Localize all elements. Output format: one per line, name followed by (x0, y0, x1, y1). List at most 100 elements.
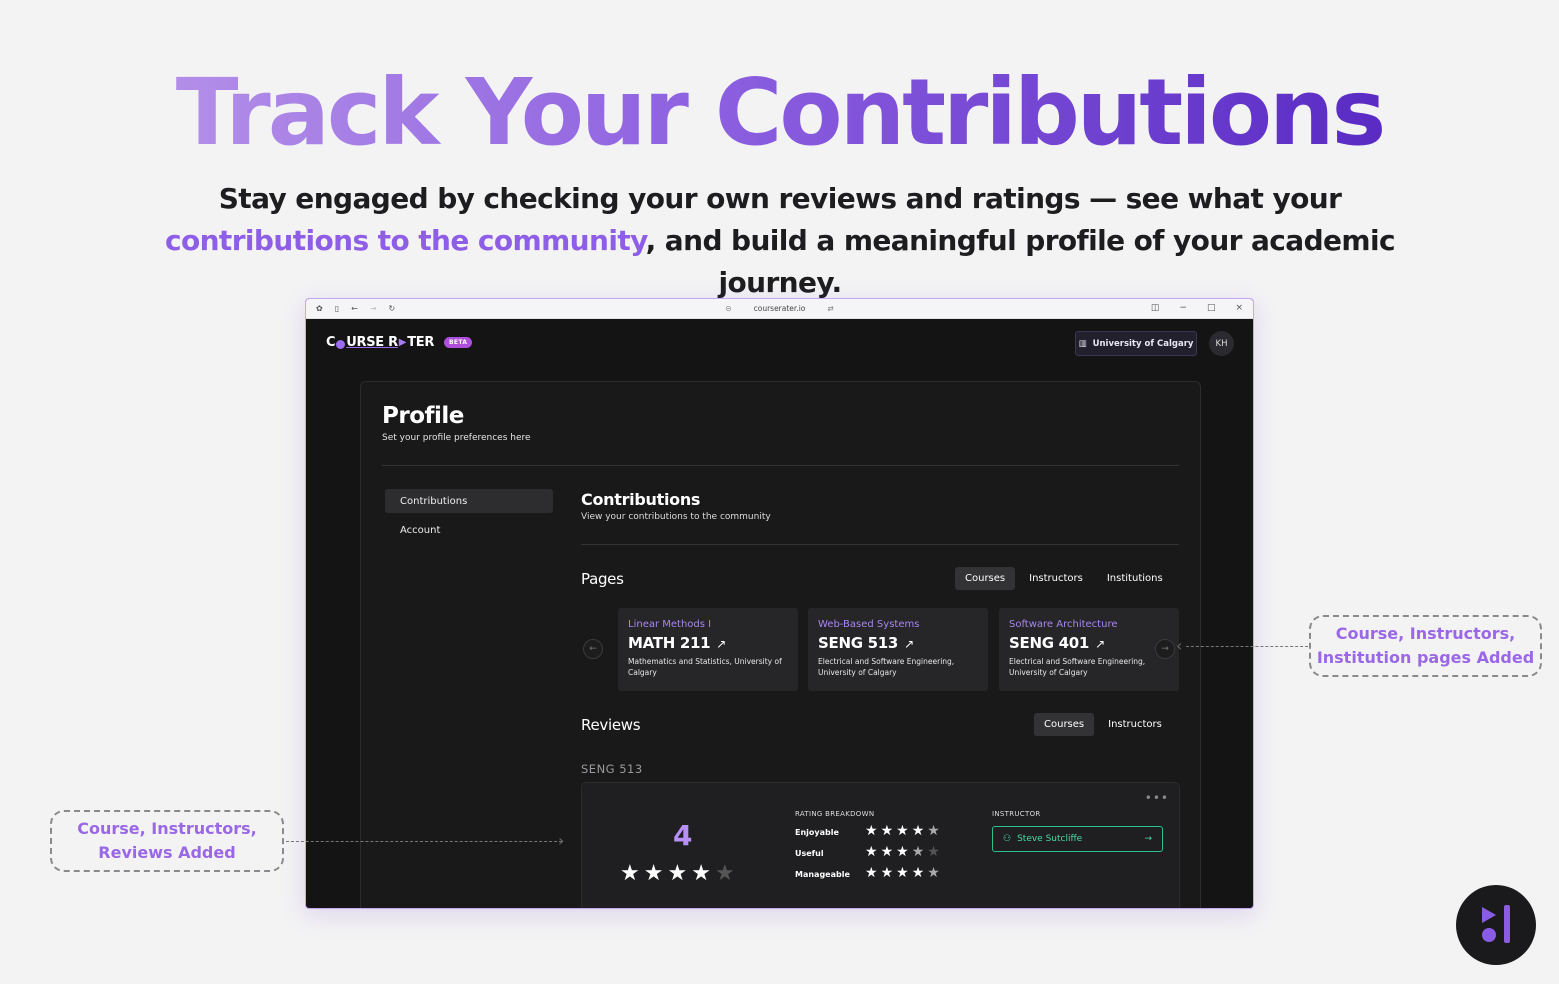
page-subtitle: Set your profile preferences here (382, 433, 531, 443)
tab-courses[interactable]: Courses (955, 567, 1016, 590)
maximize-icon[interactable]: □ (1207, 303, 1216, 313)
star-icon: ★ (865, 865, 881, 881)
star-icon: ★ (896, 844, 912, 860)
course-code: SENG 513 ↗ (818, 634, 914, 652)
course-faculty: Electrical and Software Engineering, Uni… (818, 657, 955, 677)
logo-dot-icon (336, 339, 346, 349)
avatar[interactable]: KH (1209, 331, 1234, 356)
star-icon: ★ (880, 823, 897, 839)
divider (382, 465, 1179, 466)
star-icon: ★ (667, 861, 688, 886)
more-options-icon[interactable]: ••• (1145, 791, 1169, 805)
divider (581, 544, 1179, 545)
star-icon: ★ (927, 844, 943, 860)
star-icon: ★ (880, 865, 897, 881)
profile-panel: Profile Set your profile preferences her… (360, 381, 1201, 908)
pages-tabs: Courses Instructors Institutions (955, 567, 1173, 590)
star-icon: ★ (620, 861, 640, 886)
sidebar-item-account[interactable]: Account (385, 518, 553, 542)
app-logo[interactable]: C URSE R ▶ TER BETA (326, 335, 473, 350)
arrow-right-icon: → (1144, 834, 1152, 844)
review-course-label: SENG 513 (581, 762, 643, 776)
callout-connector (286, 841, 562, 842)
browser-chrome: ✿ ▯ ← → ↻ ⊝ courserater.io ⇄ ◫ − □ × (306, 299, 1253, 319)
star-icon: ★ (643, 861, 664, 886)
sidebar-item-contributions[interactable]: Contributions (385, 489, 553, 513)
star-icon: ★ (927, 865, 943, 881)
star-icon: ★ (880, 844, 897, 860)
review-card: ••• 4 ★ ★ ★ ★ ★ RATING BREAKDOWN Enjoyable U… (581, 782, 1180, 908)
course-card[interactable]: Software Architecture SENG 401 ↗ Electric… (999, 608, 1179, 691)
external-link-icon: ↗ (716, 637, 727, 651)
instructor-button[interactable]: ⚇ Steve Sutcliffe → (992, 826, 1163, 852)
hero-title: Track Your Contributions (175, 59, 1387, 166)
section-title: Contributions (581, 490, 701, 509)
star-icon: ★ (911, 865, 928, 881)
callout-reviews-added: Course, Instructors, Reviews Added (50, 810, 284, 872)
carousel-prev-button[interactable]: ← (583, 639, 603, 659)
course-code: SENG 401 ↗ (1009, 634, 1105, 652)
callout-pages-added: Course, Instructors, Institution pages Ad… (1309, 615, 1542, 677)
beta-badge: BETA (444, 337, 473, 348)
course-faculty: Electrical and Software Engineering, Uni… (1009, 657, 1146, 677)
address-bar[interactable]: ⊝ courserater.io ⇄ (306, 304, 1253, 313)
course-card[interactable]: Web-Based Systems SENG 513 ↗ Electrical a… (808, 608, 988, 691)
university-button[interactable]: ▥ University of Calgary (1075, 331, 1197, 356)
chevron-left-icon: ← (589, 644, 597, 654)
rating-label: Useful (795, 849, 824, 858)
star-icon: ★ (896, 865, 912, 881)
brand-logo (1456, 885, 1536, 965)
brand-logo-icon (1482, 905, 1510, 943)
building-icon: ▥ (1078, 338, 1087, 349)
chevron-right-icon: → (1161, 644, 1169, 654)
overall-score: 4 (673, 819, 693, 852)
tab-instructors[interactable]: Instructors (1019, 567, 1093, 590)
star-icon: ★ (865, 844, 881, 860)
reviews-heading: Reviews (581, 716, 641, 734)
star-icon: ★ (714, 861, 735, 886)
pages-heading: Pages (581, 570, 624, 588)
callout-connector (1186, 646, 1308, 647)
hero-highlight: contributions to the community (164, 224, 646, 257)
star-icon: ★ (927, 823, 943, 839)
user-icon: ⚇ (1003, 834, 1012, 844)
section-subtitle: View your contributions to the community (581, 512, 771, 522)
logo-play-icon: ▶ (398, 337, 407, 348)
rating-stars: ★★★★★ (865, 844, 943, 860)
reviews-tabs: Courses Instructors (1034, 713, 1172, 736)
tab-institutions[interactable]: Institutions (1097, 567, 1173, 590)
tab-review-courses[interactable]: Courses (1034, 713, 1095, 736)
split-view-icon[interactable]: ◫ (1151, 303, 1160, 313)
course-name: Web-Based Systems (818, 619, 920, 630)
external-link-icon: ↗ (1095, 637, 1105, 651)
external-link-icon: ↗ (904, 637, 914, 651)
course-name: Linear Methods I (628, 619, 712, 630)
course-card[interactable]: Linear Methods I MATH 211 ↗ Mathematics a… (618, 608, 798, 691)
star-icon: ★ (691, 861, 711, 886)
link-icon: ⊝ (725, 304, 732, 313)
rating-label: Enjoyable (795, 828, 839, 837)
app-body: C URSE R ▶ TER BETA ▥ University of Calgary… (309, 320, 1250, 908)
course-name: Software Architecture (1009, 619, 1118, 630)
carousel-next-button[interactable]: → (1155, 639, 1175, 659)
course-code: MATH 211 ↗ (628, 634, 727, 652)
tune-icon[interactable]: ⇄ (827, 304, 833, 313)
rating-stars: ★★★★★ (865, 823, 943, 839)
url-text: courserater.io (753, 304, 806, 313)
tab-review-instructors[interactable]: Instructors (1098, 713, 1172, 736)
rating-label: Manageable (795, 870, 850, 879)
rating-breakdown-title: RATING BREAKDOWN (795, 810, 875, 818)
instructor-title: INSTRUCTOR (992, 810, 1041, 818)
star-icon: ★ (896, 823, 912, 839)
hero-subtitle: Stay engaged by checking your own review… (164, 182, 1396, 299)
course-faculty: Mathematics and Statistics, University o… (628, 657, 782, 677)
rating-stars: ★★★★★ (865, 865, 943, 881)
star-icon: ★ (911, 823, 928, 839)
browser-window: ✿ ▯ ← → ↻ ⊝ courserater.io ⇄ ◫ − □ × C URSE… (305, 298, 1254, 909)
minimize-icon[interactable]: − (1179, 303, 1187, 313)
page-title: Profile (382, 403, 464, 429)
callout-arrow-icon: ‹ (1176, 636, 1183, 655)
star-icon: ★ (865, 823, 881, 839)
close-icon[interactable]: × (1235, 303, 1243, 313)
callout-arrow-icon: › (558, 831, 565, 850)
